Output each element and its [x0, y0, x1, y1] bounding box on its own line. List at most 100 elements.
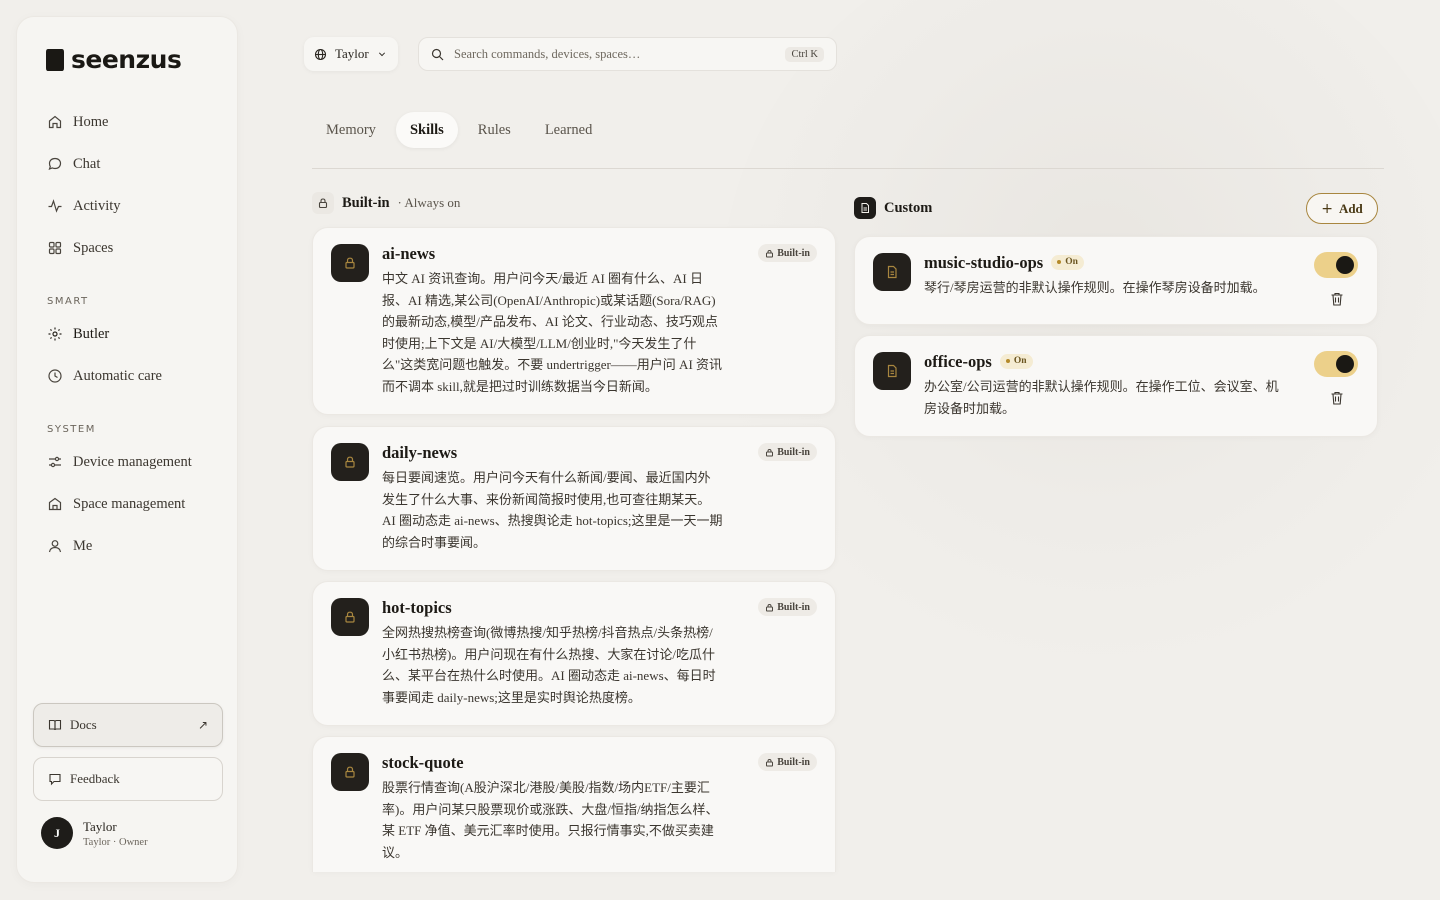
builtin-badge-label: Built-in	[777, 446, 810, 458]
add-skill-label: Add	[1338, 200, 1363, 216]
sidebar-item-label: Butler	[73, 325, 110, 342]
trash-icon[interactable]	[1329, 291, 1345, 307]
building-icon	[48, 497, 62, 511]
book-icon	[48, 719, 62, 731]
skill-description-line: 房设备时加载。	[924, 400, 1016, 416]
sidebar-item-label: Device management	[73, 453, 192, 470]
skill-description-line: 股票行情查询(A股沪深北/港股/美股/指数/场内ETF/主要汇	[382, 780, 710, 795]
sidebar-item-device-management[interactable]: Device management	[33, 441, 223, 483]
grid-icon	[48, 241, 62, 255]
shortcut-hint: Ctrl K	[785, 46, 824, 62]
sidebar-item-label: Me	[73, 537, 93, 554]
sidebar-item-space-management[interactable]: Space management	[33, 483, 223, 525]
sidebar: seenzus Home Chat Activity Spaces SMART …	[16, 16, 238, 883]
lock-icon	[766, 448, 774, 456]
lock-icon	[331, 443, 369, 481]
search-input[interactable]	[454, 46, 776, 62]
document-icon	[854, 197, 876, 219]
user-icon	[48, 540, 62, 553]
skill-toggle[interactable]	[1314, 252, 1358, 278]
builtin-badge-label: Built-in	[777, 247, 810, 259]
tab-memory[interactable]: Memory	[312, 112, 390, 148]
status-badge: On	[1051, 254, 1084, 270]
skill-card-office-ops[interactable]: office-ops On 办公室/公司运营的非默认操作规则。在操作工位、会议室、…	[854, 335, 1378, 437]
clock-icon	[48, 369, 62, 383]
skill-name: stock-quote	[382, 753, 464, 772]
status-badge-label: On	[1013, 356, 1027, 367]
skill-description-line: 的最新动态,模型/产品发布、AI 论文、行业动态、技巧观点	[382, 314, 718, 329]
sidebar-item-chat[interactable]: Chat	[33, 143, 223, 185]
sidebar-item-activity[interactable]: Activity	[33, 185, 223, 227]
builtin-header: Built-in · Always on	[312, 192, 460, 214]
skill-name-text: music-studio-ops	[924, 253, 1044, 272]
search-icon	[431, 48, 444, 60]
plus-icon: +	[1321, 200, 1333, 217]
skill-card-stock-quote[interactable]: stock-quote 股票行情查询(A股沪深北/港股/美股/指数/场内ETF/…	[312, 736, 836, 872]
skill-card-music-studio-ops[interactable]: music-studio-ops On 琴行/琴房运营的非默认操作规则。在操作琴房…	[854, 236, 1378, 325]
skill-name: daily-news	[382, 443, 458, 462]
builtin-badge: Built-in	[758, 244, 817, 262]
builtin-badge: Built-in	[758, 753, 817, 771]
lock-icon	[766, 758, 774, 766]
sidebar-item-me[interactable]: Me	[33, 525, 223, 567]
sidebar-item-automatic-care[interactable]: Automatic care	[33, 355, 223, 397]
user-selector-label: Taylor	[335, 46, 369, 61]
home-icon	[48, 115, 62, 129]
trash-icon[interactable]	[1329, 390, 1345, 406]
skill-toggle[interactable]	[1314, 351, 1358, 377]
user-selector[interactable]: Taylor	[304, 37, 398, 71]
user-profile[interactable]: J Taylor Taylor · Owner	[41, 817, 148, 849]
user-name: Taylor	[83, 818, 117, 834]
skill-description-line: 率)。用户问某只股票现价或涨跌、大盘/恒指/纳指怎么样、	[382, 801, 719, 817]
skill-description-line: 琴行/琴房运营的非默认操作规则。在操作琴房设备时加载。	[924, 280, 1266, 295]
docs-button[interactable]: Docs ↗	[33, 703, 223, 747]
add-skill-button[interactable]: + Add	[1306, 193, 1378, 224]
skill-description-line: 全网热搜热榜查询(微博热搜/知乎热榜/抖音热点/头条热榜/	[382, 625, 713, 640]
skill-card-ai-news[interactable]: ai-news 中文 AI 资讯查询。用户问今天/最近 AI 圈有什么、AI 日…	[312, 227, 836, 415]
logo-mark-icon	[46, 48, 64, 71]
brand-name: seenzus	[71, 45, 182, 74]
skill-name: ai-news	[382, 244, 436, 263]
document-icon	[873, 253, 911, 291]
sparkle-icon	[48, 327, 62, 341]
chat-icon	[48, 157, 62, 171]
lock-icon	[312, 192, 334, 214]
skill-card-hot-topics[interactable]: hot-topics 全网热搜热榜查询(微博热搜/知乎热榜/抖音热点/头条热榜/…	[312, 581, 836, 726]
status-badge-label: On	[1065, 257, 1078, 268]
search-bar: Ctrl K	[418, 37, 837, 71]
skill-description-line: 时使用;上下文是 AI/大模型/LLM/创业时,"今天发生了什	[382, 335, 697, 351]
feedback-icon	[49, 773, 61, 786]
skill-description-line: AI 圈动态走 ai-news、热搜舆论走 hot-topics;这里是一天一期	[382, 513, 723, 528]
avatar: J	[41, 817, 73, 849]
builtin-badge: Built-in	[758, 443, 817, 461]
sidebar-item-butler[interactable]: Butler	[33, 313, 223, 355]
status-badge: On	[999, 353, 1033, 369]
lock-icon	[331, 753, 369, 791]
tab-bar: Memory Skills Rules Learned	[312, 112, 606, 148]
skill-card-daily-news[interactable]: daily-news 每日要闻速览。用户问今天有什么新闻/要闻、最近国内外 发生…	[312, 426, 836, 571]
tab-skills[interactable]: Skills	[395, 112, 458, 148]
builtin-badge-label: Built-in	[777, 601, 810, 613]
builtin-badge-label: Built-in	[777, 756, 810, 768]
skill-description-line: 某 ETF 净值、美元汇率时使用。只报行情事实,不做买卖建	[382, 823, 714, 838]
sidebar-item-label: Space management	[73, 495, 186, 512]
globe-icon	[314, 48, 327, 60]
sidebar-item-spaces[interactable]: Spaces	[33, 227, 223, 269]
feedback-button[interactable]: Feedback	[33, 757, 223, 801]
brand-logo[interactable]: seenzus	[45, 45, 182, 74]
sliders-icon	[49, 456, 61, 468]
skill-description-line: 中文 AI 资讯查询。用户问今天/最近 AI 圈有什么、AI 日	[382, 271, 704, 286]
skill-description-line: 办公室/公司运营的非默认操作规则。在操作工位、会议室、机	[924, 379, 1279, 394]
sidebar-item-label: Chat	[73, 155, 101, 172]
sidebar-item-label: Automatic care	[73, 367, 162, 384]
skill-name: office-ops On	[924, 352, 1033, 372]
tab-rules[interactable]: Rules	[464, 112, 525, 148]
section-label-smart: SMART	[47, 296, 89, 307]
skill-name-text: office-ops	[924, 352, 992, 371]
user-role: Taylor · Owner	[83, 836, 148, 848]
chevron-down-icon	[378, 52, 385, 57]
skill-description-line: 的综合时事要闻。	[382, 534, 487, 550]
skill-description-line: 每日要闻速览。用户问今天有什么新闻/要闻、最近国内外	[382, 470, 711, 485]
tab-learned[interactable]: Learned	[531, 112, 607, 148]
sidebar-item-home[interactable]: Home	[33, 101, 223, 143]
